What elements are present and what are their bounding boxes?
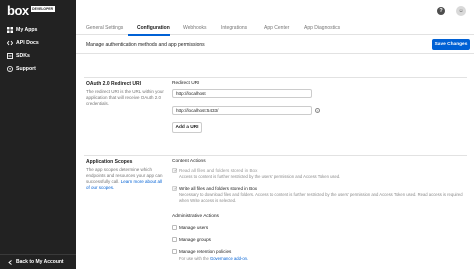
write-files-label: Write all files and folders stored in Bo… (179, 186, 258, 191)
oauth-section-description: The redirect URI is the URL within your … (86, 89, 164, 106)
sdk-icon (7, 52, 13, 59)
remove-uri-icon[interactable]: × (315, 108, 320, 113)
manage-users-label: Manage users (179, 225, 209, 230)
retention-help-text: For use with the (179, 256, 209, 261)
checkmark-icon: ✓ (173, 185, 178, 192)
tab-app-center[interactable]: App Center (264, 25, 289, 31)
back-label: Back to My Account (16, 259, 64, 265)
scopes-section-title: Application Scopes (86, 159, 133, 165)
sidebar-item-label: SDKs (16, 52, 30, 59)
admin-actions-label: Administrative Actions (172, 214, 219, 219)
checkmark-icon: ✓ (173, 167, 178, 174)
sidebar-item-sdks[interactable]: SDKs (0, 49, 76, 62)
tab-configuration[interactable]: Configuration (137, 25, 170, 31)
read-files-help: Access to content is further restricted … (179, 174, 341, 179)
read-files-checkbox[interactable]: ✓ (172, 167, 178, 174)
back-arrow-icon (8, 259, 13, 265)
back-to-account-link[interactable]: Back to My Account (0, 254, 76, 269)
manage-retention-label: Manage retention policies (179, 249, 232, 254)
sidebar-item-my-apps[interactable]: My Apps (0, 23, 76, 36)
governance-addon-link[interactable]: Governance add-on. (210, 256, 248, 261)
write-files-checkbox[interactable]: ✓ (172, 185, 178, 192)
write-files-help: Necessary to download files and folders.… (179, 192, 463, 203)
read-files-label: Read all files and folders stored in Box (179, 168, 258, 173)
sidebar-item-label: API Docs (16, 39, 39, 46)
section-divider (84, 155, 467, 156)
top-bar (76, 0, 474, 22)
sidebar-item-label: Support (16, 65, 36, 72)
redirect-uri-input-2[interactable]: http://localhost:5433/ (172, 106, 312, 115)
sidebar-item-api-docs[interactable]: API Docs (0, 36, 76, 49)
sidebar: box DEVELOPER My Apps API Docs SDKs ? Su… (0, 0, 76, 269)
save-changes-button[interactable]: Save Changes (432, 39, 470, 50)
oauth-section-title: OAuth 2.0 Redirect URI (86, 81, 142, 87)
content-actions-label: Content Actions (172, 159, 206, 164)
retention-help: For use with the Governance add-on. (179, 256, 464, 262)
add-uri-button[interactable]: Add a URI (172, 122, 202, 133)
scopes-section-description: The app scopes determine which endpoints… (86, 167, 166, 191)
app-root: box DEVELOPER My Apps API Docs SDKs ? Su… (0, 0, 474, 269)
svg-text:?: ? (9, 66, 12, 71)
grid-icon (7, 26, 13, 33)
brand-logo[interactable]: box DEVELOPER (7, 4, 55, 17)
manage-groups-label: Manage groups (179, 237, 211, 242)
manage-users-checkbox[interactable] (172, 225, 177, 230)
brand-subtitle: DEVELOPER (30, 6, 55, 12)
redirect-uri-label: Redirect URI (172, 81, 200, 86)
tab-general-settings[interactable]: General Settings (86, 25, 123, 31)
section-divider (84, 77, 467, 78)
manage-retention-checkbox[interactable] (172, 249, 177, 254)
brand-name: box (7, 3, 29, 18)
sidebar-nav: My Apps API Docs SDKs ? Support (0, 23, 76, 75)
tab-webhooks[interactable]: Webhooks (183, 25, 207, 31)
avatar[interactable]: ☺ (456, 6, 466, 16)
manage-groups-checkbox[interactable] (172, 237, 177, 242)
sidebar-item-label: My Apps (16, 26, 38, 33)
help-icon[interactable]: ? (437, 7, 445, 15)
redirect-uri-input-1[interactable]: http://localhost (172, 89, 312, 98)
tab-integrations[interactable]: Integrations (221, 25, 247, 31)
code-icon (7, 40, 13, 46)
tab-app-diagnostics[interactable]: App Diagnostics (304, 25, 340, 31)
page-subtitle: Manage authentication methods and app pe… (86, 42, 205, 48)
question-icon: ? (7, 65, 13, 72)
sidebar-item-support[interactable]: ? Support (0, 62, 76, 75)
